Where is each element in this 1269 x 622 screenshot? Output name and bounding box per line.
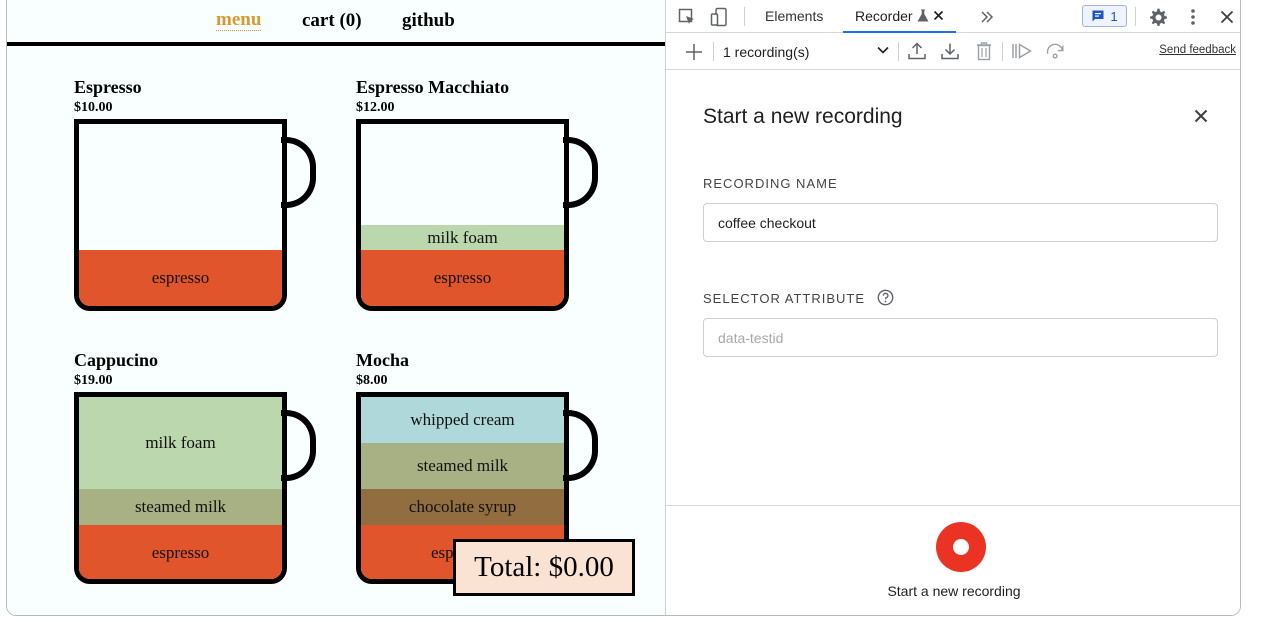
recording-name-label: RECORDING NAME (703, 176, 838, 191)
coffee-cup[interactable]: espresso (74, 119, 316, 311)
chat-icon (1092, 10, 1104, 22)
cup-layer-espresso: espresso (79, 250, 282, 306)
checkout-total-button[interactable]: Total: $0.00 (453, 539, 635, 596)
cup-layer-espresso: espresso (79, 525, 282, 579)
toolbar-separator (1135, 7, 1136, 26)
coffee-name: Cappucino (74, 350, 159, 370)
nav-menu-link[interactable]: menu (216, 10, 262, 31)
toolbar-separator (1002, 42, 1003, 61)
add-recording-icon[interactable] (683, 41, 705, 63)
cup-layer-milk-foam: milk foam (361, 225, 564, 250)
measure-performance-icon[interactable] (1045, 40, 1067, 62)
help-icon[interactable] (877, 289, 894, 306)
cup-layer-milk-foam: milk foam (79, 397, 282, 489)
coffee-price: $19.00 (74, 373, 113, 388)
new-recording-form: Start a new recording RECORDING NAME SEL… (666, 71, 1240, 505)
replay-icon[interactable] (1011, 40, 1033, 62)
toolbar-separator (713, 42, 714, 61)
recordings-select-value: 1 recording(s) (723, 44, 810, 60)
export-icon[interactable] (906, 40, 928, 62)
toolbar-separator (744, 7, 745, 26)
cup-body: espresso (74, 119, 287, 311)
coffee-name: Espresso Macchiato (356, 77, 510, 97)
coffee-cup[interactable]: milk foam espresso (356, 119, 598, 311)
devtools-tabbar: Elements Recorder 1 (666, 0, 1240, 33)
start-recording-label: Start a new recording (887, 583, 1021, 599)
nav-github-link[interactable]: github (402, 10, 455, 32)
cup-handle (281, 410, 316, 481)
devtools-panel: Elements Recorder 1 1 recording(s) Send … (665, 0, 1240, 615)
coffee-cup[interactable]: milk foam steamed milk espresso (74, 392, 316, 584)
coffee-name: Mocha (356, 350, 409, 370)
record-icon (953, 539, 969, 555)
coffee-price: $8.00 (356, 373, 388, 388)
coffee-name: Espresso (74, 77, 142, 97)
tab-elements[interactable]: Elements (765, 0, 823, 33)
cup-layer-steamed-milk: steamed milk (361, 443, 564, 489)
recorder-toolbar: 1 recording(s) Send feedback (666, 34, 1240, 70)
cup-layer-whipped-cream: whipped cream (361, 397, 564, 443)
tab-recorder-label: Recorder (855, 7, 913, 24)
coffee-price: $12.00 (356, 100, 395, 115)
issues-count: 1 (1110, 8, 1118, 24)
cup-layer-chocolate-syrup: chocolate syrup (361, 489, 564, 525)
form-title: Start a new recording (703, 105, 903, 128)
cup-layer-espresso: espresso (361, 250, 564, 306)
issues-badge[interactable]: 1 (1082, 5, 1127, 27)
site-nav: menu cart (0) github (7, 0, 665, 46)
send-feedback-link[interactable]: Send feedback (1159, 44, 1236, 56)
device-toolbar-icon[interactable] (708, 6, 730, 28)
cup-body: milk foam steamed milk espresso (74, 392, 287, 584)
more-tabs-icon[interactable] (976, 6, 998, 28)
inspect-element-icon[interactable] (676, 6, 698, 28)
gear-icon[interactable] (1147, 6, 1169, 28)
cup-handle (563, 137, 598, 208)
coffee-price: $10.00 (74, 100, 113, 115)
cup-body: milk foam espresso (356, 119, 569, 311)
tab-recorder[interactable]: Recorder (843, 0, 956, 33)
close-icon[interactable] (1216, 6, 1238, 28)
close-form-icon[interactable] (1190, 105, 1212, 127)
cup-layer-steamed-milk: steamed milk (79, 489, 282, 525)
recording-footer: Start a new recording (666, 505, 1240, 615)
delete-icon[interactable] (973, 40, 995, 62)
selector-attribute-input[interactable] (703, 318, 1218, 357)
kebab-menu-icon[interactable] (1182, 6, 1204, 28)
nav-cart-link[interactable]: cart (0) (302, 10, 362, 32)
cup-handle (281, 137, 316, 208)
toolbar-separator (898, 42, 899, 61)
start-recording-button[interactable] (936, 522, 986, 572)
coffee-cart-page: menu cart (0) github Espresso $10.00 esp… (7, 0, 665, 615)
import-icon[interactable] (939, 40, 961, 62)
browser-window: menu cart (0) github Espresso $10.00 esp… (6, 0, 1241, 616)
cup-handle (563, 410, 598, 481)
recording-name-input[interactable] (703, 203, 1218, 242)
selector-attribute-label: SELECTOR ATTRIBUTE (703, 291, 865, 306)
recordings-select[interactable]: 1 recording(s) (723, 40, 891, 64)
close-tab-icon[interactable] (933, 10, 944, 21)
chevron-down-icon (877, 46, 889, 54)
experiment-icon (917, 9, 929, 22)
